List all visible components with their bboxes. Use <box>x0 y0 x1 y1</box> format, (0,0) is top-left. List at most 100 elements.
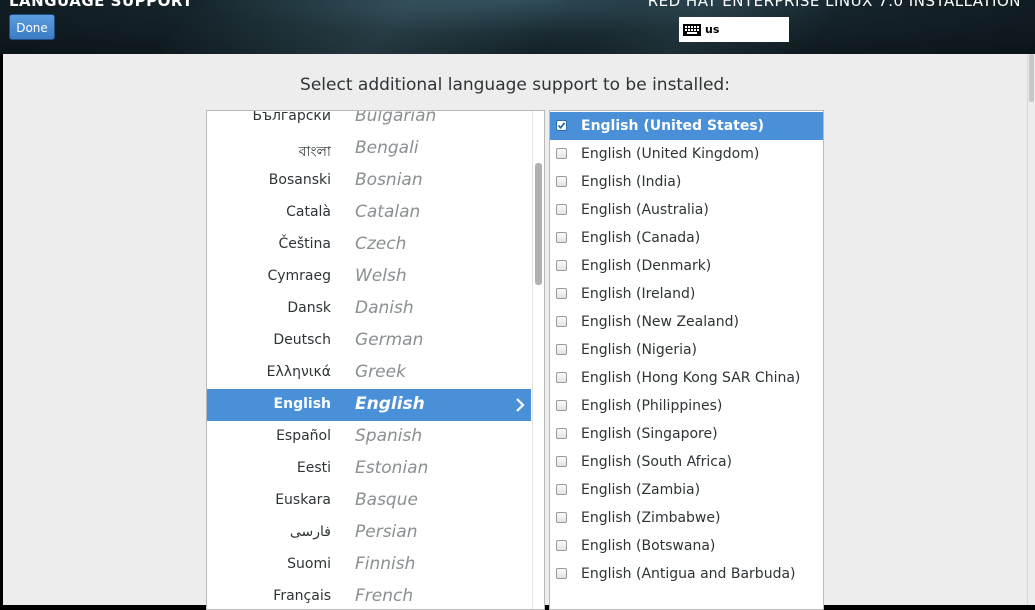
locale-row[interactable]: English (Ireland) <box>550 280 823 308</box>
language-native-name: Български <box>252 110 331 124</box>
locale-row[interactable]: English (Nigeria) <box>550 336 823 364</box>
locale-row[interactable]: English (Hong Kong SAR China) <box>550 364 823 392</box>
language-list[interactable]: Français French Suomi Finnish فارسی Persian Eu… <box>206 110 545 610</box>
locale-row[interactable]: English (United States) <box>550 112 823 140</box>
language-row[interactable]: Dansk Danish <box>207 293 531 325</box>
locale-row[interactable]: English (Australia) <box>550 196 823 224</box>
locale-row[interactable]: English (Canada) <box>550 224 823 252</box>
checkbox[interactable] <box>556 372 567 383</box>
keyboard-icon <box>683 23 701 36</box>
checkbox[interactable] <box>556 568 567 579</box>
locale-row[interactable]: English (Denmark) <box>550 252 823 280</box>
language-row[interactable]: Български Bulgarian <box>207 110 531 133</box>
language-row[interactable]: Euskara Basque <box>207 485 531 517</box>
language-row[interactable]: Bosanski Bosnian <box>207 165 531 197</box>
language-row[interactable]: English English <box>207 389 531 421</box>
page-heading: Select additional language support to be… <box>300 75 730 95</box>
language-native-name: Eesti <box>296 460 331 476</box>
locale-label: English (Nigeria) <box>581 342 698 358</box>
language-list-scrollbar[interactable] <box>532 111 544 609</box>
checkbox[interactable] <box>556 260 567 271</box>
language-english-name: French <box>355 586 414 606</box>
language-row[interactable]: Ελληνικά Greek <box>207 357 531 389</box>
locale-label: English (Antigua and Barbuda) <box>581 566 796 582</box>
keyboard-layout-indicator[interactable]: us <box>679 17 789 42</box>
checkbox[interactable] <box>556 288 567 299</box>
checkbox[interactable] <box>556 540 567 551</box>
language-row[interactable]: Català Catalan <box>207 197 531 229</box>
checkbox[interactable] <box>556 232 567 243</box>
locale-row[interactable]: English (United Kingdom) <box>550 140 823 168</box>
checkbox[interactable] <box>556 400 567 411</box>
language-row[interactable]: বাংলা Bengali <box>207 133 531 165</box>
checkbox[interactable] <box>556 344 567 355</box>
locale-row[interactable]: English (South Africa) <box>550 448 823 476</box>
language-row[interactable]: Suomi Finnish <box>207 549 531 581</box>
product-title: RED HAT ENTERPRISE LINUX 7.0 INSTALLATIO… <box>647 0 1021 10</box>
language-native-name: Suomi <box>287 556 331 572</box>
locale-label: English (India) <box>581 174 682 190</box>
locale-label: English (United Kingdom) <box>581 146 760 162</box>
checkbox[interactable] <box>556 148 567 159</box>
language-english-name: Estonian <box>355 458 429 478</box>
locale-row[interactable]: English (Zimbabwe) <box>550 504 823 532</box>
language-native-name: English <box>273 396 331 412</box>
language-row[interactable]: Français French <box>207 581 531 609</box>
locale-row[interactable]: English (Singapore) <box>550 420 823 448</box>
language-english-name: German <box>355 330 424 350</box>
checkbox[interactable] <box>556 512 567 523</box>
language-row[interactable]: Eesti Estonian <box>207 453 531 485</box>
locale-label: English (Zimbabwe) <box>581 510 721 526</box>
language-native-name: Català <box>286 204 331 220</box>
language-native-name: Čeština <box>278 236 331 252</box>
language-row[interactable]: Deutsch German <box>207 325 531 357</box>
page-scrollbar[interactable] <box>1027 54 1035 605</box>
language-native-name: Ελληνικά <box>266 364 331 380</box>
language-native-name: Bosanski <box>268 172 331 188</box>
locale-row[interactable]: English (Botswana) <box>550 532 823 560</box>
checkbox-checked[interactable] <box>556 120 567 131</box>
chevron-right-icon <box>516 398 525 412</box>
main-content: Select additional language support to be… <box>3 54 1027 610</box>
language-native-name: Euskara <box>275 492 331 508</box>
page-scrollbar-thumb[interactable] <box>1029 54 1034 102</box>
language-english-name: Basque <box>355 490 418 510</box>
locale-label: English (Hong Kong SAR China) <box>581 370 801 386</box>
checkbox[interactable] <box>556 204 567 215</box>
checkbox[interactable] <box>556 428 567 439</box>
language-english-name: Finnish <box>355 554 416 574</box>
language-english-name: Bengali <box>355 138 419 158</box>
checkbox[interactable] <box>556 456 567 467</box>
language-row[interactable]: Cymraeg Welsh <box>207 261 531 293</box>
locale-label: English (Canada) <box>581 230 701 246</box>
locale-row[interactable]: English (India) <box>550 168 823 196</box>
header-bar: LANGUAGE SUPPORT RED HAT ENTERPRISE LINU… <box>0 0 1035 54</box>
locale-row[interactable]: English (Zambia) <box>550 476 823 504</box>
locale-row[interactable]: English (Philippines) <box>550 392 823 420</box>
language-english-name: Persian <box>355 522 418 542</box>
locale-list[interactable]: English (United States) English (United K… <box>549 110 824 610</box>
keyboard-layout-label: us <box>705 23 720 36</box>
language-native-name: Español <box>276 428 331 444</box>
language-english-name: English <box>355 394 425 414</box>
locale-row[interactable]: English (New Zealand) <box>550 308 823 336</box>
language-native-name: فارسی <box>289 524 331 540</box>
done-button[interactable]: Done <box>9 14 55 40</box>
language-english-name: Bulgarian <box>355 110 437 126</box>
scrollbar-thumb[interactable] <box>535 163 542 285</box>
check-icon <box>557 122 566 130</box>
locale-label: English (Zambia) <box>581 482 701 498</box>
checkbox[interactable] <box>556 316 567 327</box>
language-row[interactable]: فارسی Persian <box>207 517 531 549</box>
locale-row[interactable]: English (Antigua and Barbuda) <box>550 560 823 588</box>
language-english-name: Bosnian <box>355 170 423 190</box>
locale-label: English (Australia) <box>581 202 709 218</box>
locale-label: English (Denmark) <box>581 258 712 274</box>
language-english-name: Danish <box>355 298 414 318</box>
spoke-title: LANGUAGE SUPPORT <box>9 0 193 10</box>
language-native-name: বাংলা <box>298 144 331 160</box>
language-row[interactable]: Español Spanish <box>207 421 531 453</box>
language-row[interactable]: Čeština Czech <box>207 229 531 261</box>
checkbox[interactable] <box>556 176 567 187</box>
checkbox[interactable] <box>556 484 567 495</box>
